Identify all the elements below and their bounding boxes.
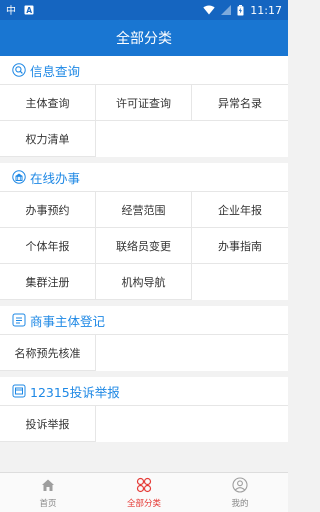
category-item[interactable]: 主体查询 xyxy=(0,85,96,121)
category-item[interactable]: 权力清单 xyxy=(0,121,96,157)
category-item[interactable]: 名称预先核准 xyxy=(0,335,96,371)
category-item[interactable]: 许可证查询 xyxy=(96,85,192,121)
bottom-tab-bar: 首页 全部分类 我的 xyxy=(0,472,288,512)
building-icon xyxy=(12,170,26,184)
category-item[interactable]: 机构导航 xyxy=(96,264,192,300)
tab-label: 首页 xyxy=(39,498,57,509)
tab-home[interactable]: 首页 xyxy=(0,473,96,512)
page-title: 全部分类 xyxy=(116,31,172,47)
category-item[interactable]: 异常名录 xyxy=(192,85,288,121)
profile-icon xyxy=(232,476,248,496)
page-header: 全部分类 xyxy=(0,20,288,56)
section-title-label: 在线办事 xyxy=(30,170,81,186)
wifi-icon xyxy=(203,5,215,15)
report-icon xyxy=(12,384,26,398)
search-icon xyxy=(12,63,26,77)
category-icon xyxy=(136,477,152,496)
section-grid: 投诉举报 xyxy=(0,406,288,442)
category-item[interactable]: 经营范围 xyxy=(96,192,192,228)
section-title-label: 商事主体登记 xyxy=(30,313,106,329)
svg-text:中: 中 xyxy=(6,4,16,16)
section-title-label: 信息查询 xyxy=(30,63,81,79)
category-item[interactable]: 集群注册 xyxy=(0,264,96,300)
category-item[interactable]: 个体年报 xyxy=(0,228,96,264)
category-list: 信息查询主体查询 许可证查询 异常名录权力清单在线办事办事预约 经营范围 企业年报个体年… xyxy=(0,56,288,472)
signal-icon xyxy=(221,5,232,15)
section-1: 信息查询主体查询 许可证查询 异常名录权力清单 xyxy=(0,56,288,157)
tab-category[interactable]: 全部分类 xyxy=(96,473,192,512)
category-item[interactable]: 办事预约 xyxy=(0,192,96,228)
svg-text:A: A xyxy=(26,6,32,15)
tab-label: 全部分类 xyxy=(126,498,161,509)
category-item[interactable]: 企业年报 xyxy=(192,192,288,228)
section-2: 在线办事办事预约 经营范围 企业年报个体年报 联络员变更 办事指南集群注册 机构导航 xyxy=(0,163,288,300)
section-grid: 主体查询 许可证查询 异常名录权力清单 xyxy=(0,85,288,157)
app-notification-icon: 中 xyxy=(6,4,18,16)
status-bar: 中 A 11:17 xyxy=(0,0,288,20)
section-title: 商事主体登记 xyxy=(0,306,288,335)
category-item[interactable]: 投诉举报 xyxy=(0,406,96,442)
tab-label: 我的 xyxy=(231,498,249,509)
section-title-label: 12315投诉举报 xyxy=(30,384,120,400)
section-title: 在线办事 xyxy=(0,163,288,192)
battery-icon xyxy=(237,4,244,16)
section-grid: 名称预先核准 xyxy=(0,335,288,371)
section-3: 商事主体登记名称预先核准 xyxy=(0,306,288,371)
tab-profile[interactable]: 我的 xyxy=(192,473,288,512)
category-item[interactable]: 联络员变更 xyxy=(96,228,192,264)
section-4: 12315投诉举报投诉举报 xyxy=(0,377,288,442)
category-item[interactable]: 办事指南 xyxy=(192,228,288,264)
section-grid: 办事预约 经营范围 企业年报个体年报 联络员变更 办事指南集群注册 机构导航 xyxy=(0,192,288,300)
home-icon xyxy=(40,477,56,496)
section-title: 信息查询 xyxy=(0,56,288,85)
document-icon xyxy=(12,313,26,327)
a-notification-icon: A xyxy=(24,5,34,15)
section-title: 12315投诉举报 xyxy=(0,377,288,406)
status-time: 11:17 xyxy=(250,3,282,17)
